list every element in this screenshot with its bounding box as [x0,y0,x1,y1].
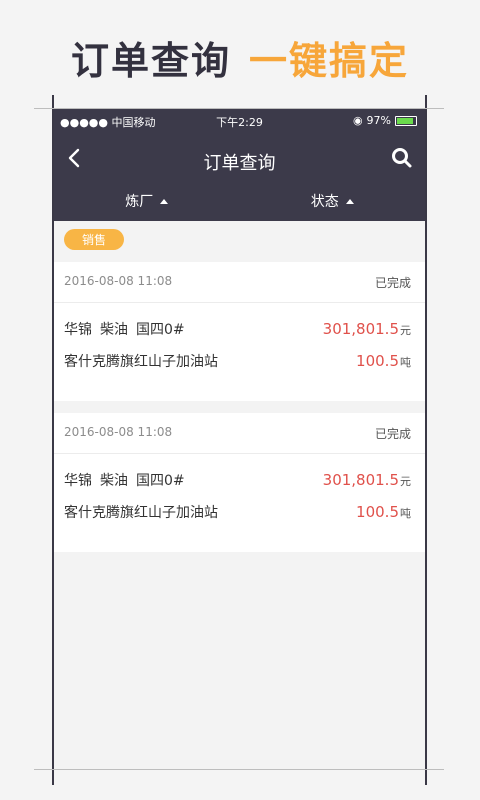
promo-title-main: 订单查询 [70,39,231,83]
filter-refinery[interactable]: 炼厂 [54,185,240,221]
battery-icon [395,115,417,126]
order-station: 客什克腾旗红山子加油站 [64,505,218,521]
nav-bar: 订单查询 [54,133,425,185]
filter-bar: 炼厂 状态 [54,185,425,221]
frame-line-right [425,95,427,785]
order-status: 已完成 [374,427,411,441]
filter-refinery-label: 炼厂 [125,194,154,210]
order-datetime: 2016-08-08 11:08 [64,274,173,288]
filter-status[interactable]: 状态 [240,185,426,221]
order-amount-unit: 元 [400,324,411,337]
order-datetime: 2016-08-08 11:08 [64,425,173,439]
order-quantity-unit: 吨 [400,507,411,520]
search-button[interactable] [391,147,413,169]
order-product-row: 华锦 柴油 国四0# 301,801.5元 [64,470,411,502]
order-product: 柴油 [100,473,128,489]
battery-area: ◉ 97% [353,114,417,127]
order-quantity-unit: 吨 [400,356,411,369]
filter-status-label: 状态 [310,194,339,210]
order-quantity: 100.5 [356,352,399,370]
order-card[interactable]: 2016-08-08 11:08 已完成 华锦 柴油 国四0# 301,801.5元… [54,262,425,401]
promo-headline: 订单查询 一键搞定 [0,30,480,85]
sort-up-icon [345,199,354,204]
orientation-lock-icon: ◉ [352,114,363,127]
order-amount: 301,801.5 [322,320,399,338]
order-meta: 2016-08-08 11:08 已完成 [54,262,425,303]
order-quantity: 100.5 [356,503,399,521]
frame-line-bottom [34,769,444,770]
order-body: 华锦 柴油 国四0# 301,801.5元 客什克腾旗红山子加油站 100.5吨 [54,303,425,401]
order-grade: 国四0# [136,322,185,338]
battery-fill [397,117,413,124]
order-meta: 2016-08-08 11:08 已完成 [54,413,425,454]
order-station-row: 客什克腾旗红山子加油站 100.5吨 [64,351,411,383]
order-amount: 301,801.5 [322,471,399,489]
promo-title-accent: 一键搞定 [249,39,410,83]
order-station: 客什克腾旗红山子加油站 [64,354,218,370]
order-brand: 华锦 [64,473,92,489]
order-body: 华锦 柴油 国四0# 301,801.5元 客什克腾旗红山子加油站 100.5吨 [54,454,425,552]
section-tag-sales: 销售 [64,229,125,250]
order-card[interactable]: 2016-08-08 11:08 已完成 华锦 柴油 国四0# 301,801.5元… [54,413,425,552]
phone-screen: ●●●●● 中国移动 下午2:29 ◉ 97% 订单查询 炼厂 状态 销售 20… [54,109,425,769]
status-bar: ●●●●● 中国移动 下午2:29 ◉ 97% [54,109,425,133]
order-amount-unit: 元 [400,475,411,488]
page-title: 订单查询 [203,153,276,174]
order-product-row: 华锦 柴油 国四0# 301,801.5元 [64,319,411,351]
order-status: 已完成 [374,276,411,290]
order-product: 柴油 [100,322,128,338]
order-grade: 国四0# [136,473,185,489]
order-brand: 华锦 [64,322,92,338]
sort-up-icon [160,199,169,204]
battery-percent: 97% [366,114,391,127]
search-icon [392,148,412,168]
order-station-row: 客什克腾旗红山子加油站 100.5吨 [64,502,411,534]
